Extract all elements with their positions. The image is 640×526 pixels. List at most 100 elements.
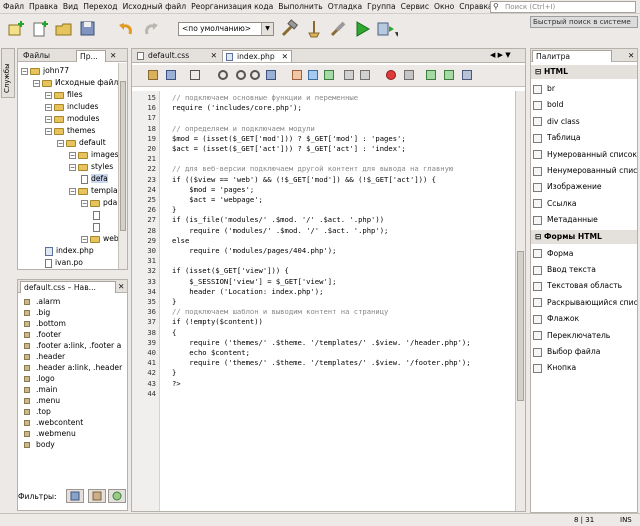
- code-line[interactable]: require ('themes/' .$theme. '/templates/…: [172, 338, 470, 347]
- tree-item[interactable]: − john77: [21, 65, 69, 77]
- palette-item[interactable]: Текстовая область: [533, 279, 637, 292]
- shift-left-icon[interactable]: [344, 70, 354, 80]
- find-next-icon[interactable]: [250, 70, 260, 80]
- expand-icon[interactable]: −: [45, 91, 52, 99]
- list-item[interactable]: .logo: [24, 373, 55, 384]
- tree-scrollbar[interactable]: [118, 63, 127, 269]
- palette-item[interactable]: Изображение: [533, 180, 637, 193]
- tree-item[interactable]: − includes: [45, 101, 98, 113]
- tab-scroll-icons[interactable]: ◀ ▶ ▼: [490, 51, 511, 59]
- tab-default-css[interactable]: default.css ✕: [134, 50, 220, 62]
- toggle-bookmark-icon[interactable]: [324, 70, 334, 80]
- code-line[interactable]: }: [172, 297, 176, 306]
- tab-palette[interactable]: Палитра: [532, 50, 612, 62]
- editor-scroll-thumb[interactable]: [517, 251, 524, 401]
- expand-icon[interactable]: −: [81, 235, 88, 243]
- tab-files[interactable]: Файлы: [20, 50, 68, 62]
- palette-item[interactable]: Переключатель: [533, 329, 637, 342]
- stop-macro-icon[interactable]: [404, 70, 414, 80]
- history-icon[interactable]: [166, 70, 176, 80]
- palette-item[interactable]: Ненумерованный список: [533, 164, 637, 177]
- undo-icon[interactable]: [116, 19, 136, 39]
- collapse-icon[interactable]: ⊟: [535, 232, 544, 241]
- expand-icon[interactable]: −: [45, 115, 52, 123]
- debug-icon[interactable]: ▼: [376, 19, 400, 39]
- save-all-icon[interactable]: [78, 19, 98, 39]
- menu-item-11[interactable]: Справка: [456, 0, 494, 11]
- tree-item[interactable]: − files: [45, 89, 83, 101]
- palette-item[interactable]: bold: [533, 98, 637, 111]
- close-icon[interactable]: ✕: [211, 50, 217, 61]
- list-item[interactable]: .footer a:link, .footer a: [24, 340, 121, 351]
- palette-item[interactable]: Нумерованный список: [533, 148, 637, 161]
- build-icon[interactable]: [280, 19, 300, 39]
- close-icon[interactable]: ✕: [625, 50, 637, 62]
- run-icon[interactable]: [352, 19, 372, 39]
- code-line[interactable]: // для веб-версии подключаем другой конт…: [172, 164, 453, 173]
- code-line[interactable]: if (($view == 'web') && (!$_GET['mod']) …: [172, 175, 436, 184]
- menu-item-7[interactable]: Отладка: [325, 0, 364, 11]
- expand-icon[interactable]: −: [81, 199, 88, 207]
- code-line[interactable]: $mod = 'pages';: [172, 185, 254, 194]
- new-file-icon[interactable]: [30, 19, 50, 39]
- menu-item-6[interactable]: Выполнить: [275, 0, 324, 11]
- code-line[interactable]: header ('Location: index.php');: [172, 287, 323, 296]
- expand-icon[interactable]: −: [69, 187, 76, 195]
- close-icon[interactable]: ✕: [282, 51, 288, 62]
- palette-item[interactable]: Кнопка: [533, 361, 637, 374]
- expand-icon[interactable]: −: [45, 127, 52, 135]
- menu-item-2[interactable]: Вид: [60, 0, 80, 11]
- code-line[interactable]: require ('includes/core.php');: [172, 103, 302, 112]
- clean-icon[interactable]: [328, 19, 348, 39]
- code-line[interactable]: if (isset($_GET['view'])) {: [172, 266, 289, 275]
- toggle-highlight-icon[interactable]: [266, 70, 276, 80]
- list-item[interactable]: .footer: [24, 329, 61, 340]
- code-line[interactable]: }: [172, 205, 176, 214]
- menu-item-4[interactable]: Исходный файл: [120, 0, 189, 11]
- code-line[interactable]: // подключаем основные функции и перемен…: [172, 93, 358, 102]
- palette-item[interactable]: Выбор файла: [533, 345, 637, 358]
- menu-item-3[interactable]: Переход: [80, 0, 119, 11]
- palette-item[interactable]: br: [533, 82, 637, 95]
- new-project-icon[interactable]: [6, 19, 26, 39]
- menu-item-9[interactable]: Сервис: [398, 0, 431, 11]
- find-prev-icon[interactable]: [236, 70, 246, 80]
- list-item[interactable]: body: [24, 439, 55, 450]
- code-line[interactable]: require ('modules/' .$mod. '/' .$act. '.…: [172, 226, 388, 235]
- palette-item[interactable]: Таблица: [533, 131, 637, 144]
- database-icon[interactable]: [462, 70, 472, 80]
- record-macro-icon[interactable]: [386, 70, 396, 80]
- code-line[interactable]: ?>: [172, 379, 181, 388]
- palette-item[interactable]: div class: [533, 115, 637, 128]
- code-line[interactable]: $_SESSION['view'] = $_GET['view'];: [172, 277, 336, 286]
- tree-item[interactable]: index.php: [45, 245, 94, 257]
- uncomment-icon[interactable]: [444, 70, 454, 80]
- tree-item[interactable]: − Исходные файлы: [33, 77, 124, 89]
- list-item[interactable]: .bottom: [24, 318, 66, 329]
- code-line[interactable]: echo $content;: [172, 348, 250, 357]
- palette-item[interactable]: Ввод текста: [533, 263, 637, 276]
- comment-icon[interactable]: [426, 70, 436, 80]
- list-item[interactable]: .big: [24, 307, 50, 318]
- tree-item[interactable]: − images: [69, 149, 119, 161]
- clean-build-icon[interactable]: [304, 19, 324, 39]
- search-input[interactable]: ⚲ Поиск (Ctrl+I): [490, 1, 636, 13]
- code-line[interactable]: $mod = (isset($_GET['mod'])) ? $_GET['mo…: [172, 134, 406, 143]
- menu-item-1[interactable]: Правка: [26, 0, 60, 11]
- tab-projects[interactable]: Пр...: [76, 50, 106, 62]
- palette-item[interactable]: Метаданные: [533, 213, 637, 226]
- close-icon[interactable]: ✕: [117, 281, 127, 293]
- list-item[interactable]: .alarm: [24, 296, 60, 307]
- list-item[interactable]: .menu: [24, 395, 60, 406]
- tree-item[interactable]: − modules: [45, 113, 99, 125]
- shift-right-icon[interactable]: [360, 70, 370, 80]
- filter-button-3[interactable]: [108, 489, 126, 503]
- expand-icon[interactable]: −: [57, 139, 64, 147]
- code-line[interactable]: $act = (isset($_GET['act'])) ? $_GET['ac…: [172, 144, 406, 153]
- redo-icon[interactable]: [142, 19, 162, 39]
- code-line[interactable]: $act = 'webpage';: [172, 195, 263, 204]
- list-item[interactable]: .webcontent: [24, 417, 83, 428]
- expand-icon[interactable]: −: [33, 79, 40, 87]
- code-line[interactable]: }: [172, 368, 176, 377]
- prev-bookmark-icon[interactable]: [292, 70, 302, 80]
